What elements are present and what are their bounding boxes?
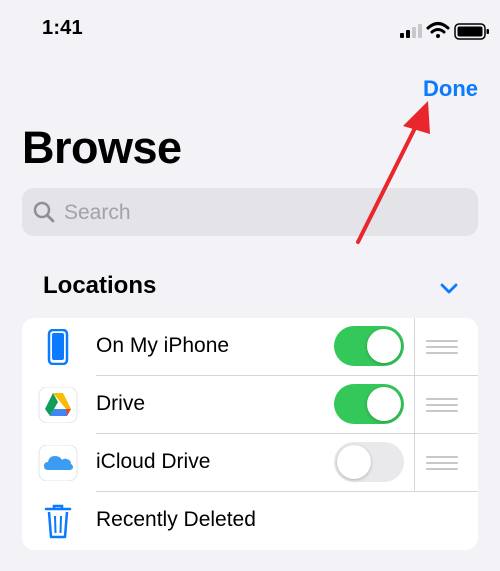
- status-bar: 1:41: [0, 0, 500, 60]
- location-label: On My iPhone: [96, 334, 230, 357]
- icloud-drive-toggle[interactable]: [334, 442, 404, 482]
- cellular-signal-icon: [400, 24, 422, 38]
- locations-list: On My iPhone Drive iCloud Drive Recently…: [22, 318, 478, 550]
- location-row-drive[interactable]: Drive: [22, 376, 478, 434]
- location-label: Drive: [96, 392, 146, 415]
- location-row-on-my-iphone[interactable]: On My iPhone: [22, 318, 478, 376]
- iphone-icon: [47, 329, 69, 365]
- reorder-handle-icon[interactable]: [426, 396, 458, 414]
- search-placeholder: Search: [64, 201, 131, 224]
- on-my-iphone-toggle[interactable]: [334, 326, 404, 366]
- drive-toggle[interactable]: [334, 384, 404, 424]
- location-label: Recently Deleted: [96, 508, 256, 531]
- done-button[interactable]: Done: [423, 76, 478, 102]
- search-input[interactable]: Search: [22, 188, 478, 236]
- trash-icon: [44, 504, 72, 539]
- status-icons: [400, 22, 489, 40]
- search-icon: [33, 201, 55, 223]
- reorder-handle-icon[interactable]: [426, 454, 458, 472]
- google-drive-icon: [38, 387, 78, 423]
- handle-column-divider: [414, 318, 415, 492]
- toggle-knob: [367, 329, 401, 363]
- icloud-icon: [38, 445, 78, 481]
- chevron-down-icon[interactable]: [438, 277, 460, 299]
- toggle-knob: [337, 445, 371, 479]
- battery-icon: [454, 23, 489, 40]
- status-time: 1:41: [42, 17, 83, 39]
- locations-section-title: Locations: [43, 272, 157, 299]
- toggle-knob: [367, 387, 401, 421]
- page-title: Browse: [22, 122, 182, 173]
- location-label: iCloud Drive: [96, 450, 211, 473]
- reorder-handle-icon[interactable]: [426, 338, 458, 356]
- wifi-icon: [426, 22, 450, 38]
- location-row-recently-deleted[interactable]: Recently Deleted: [22, 492, 478, 550]
- location-row-icloud-drive[interactable]: iCloud Drive: [22, 434, 478, 492]
